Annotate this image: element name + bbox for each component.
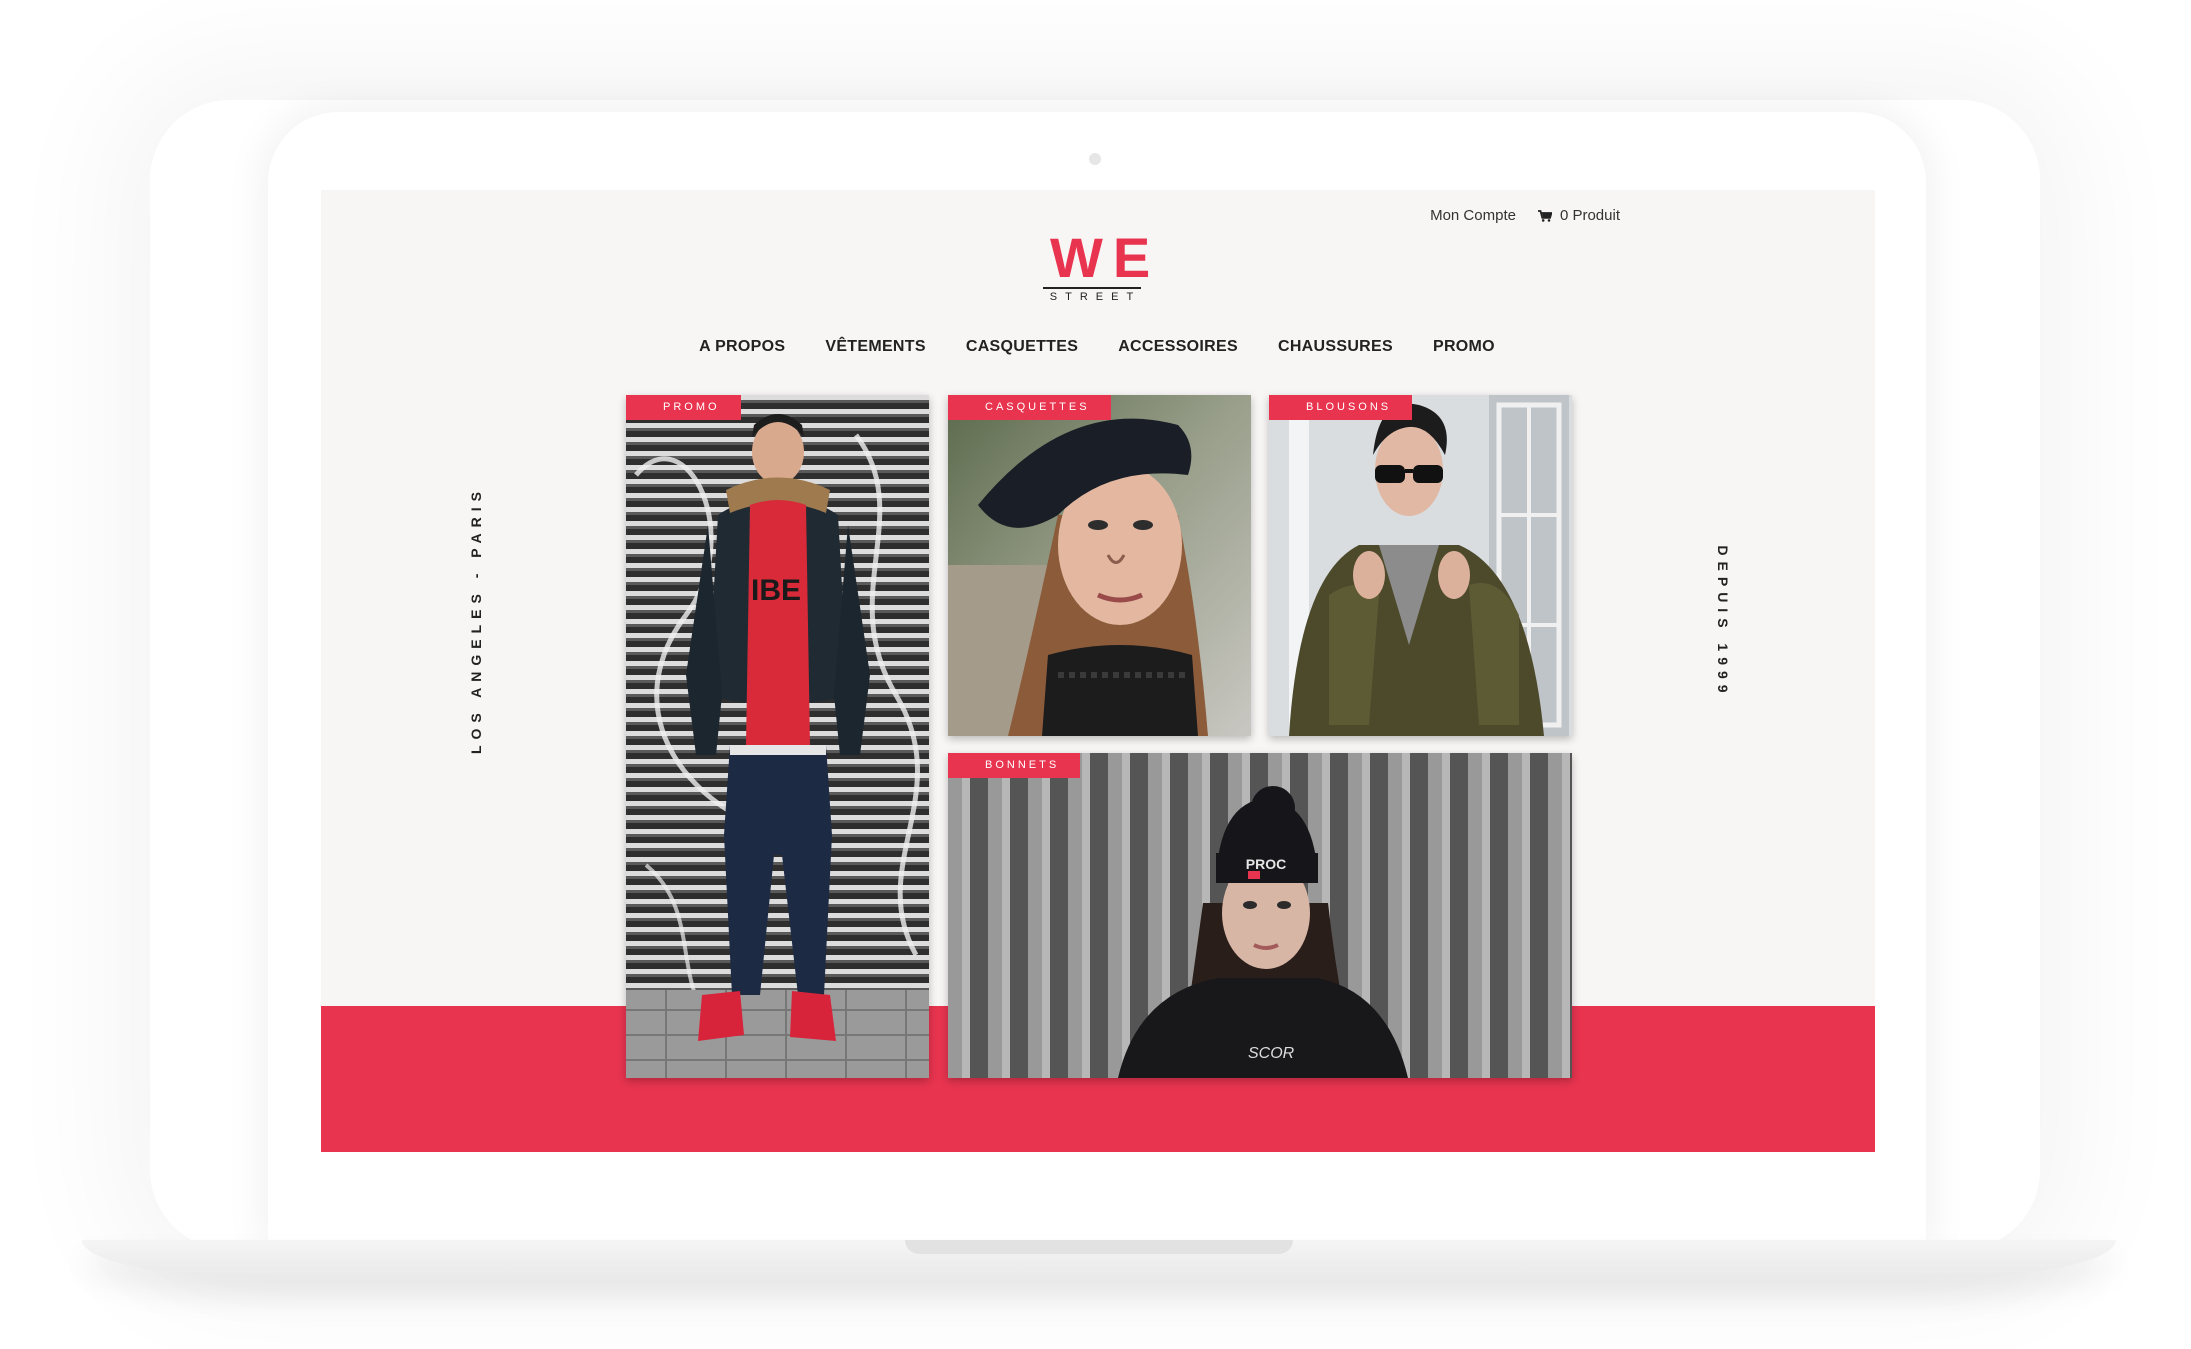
- category-tile-promo[interactable]: IBE PROMO: [626, 395, 929, 1078]
- nav-item-accessoires[interactable]: ACCESSOIRES: [1118, 338, 1238, 356]
- blousons-photo: [1269, 395, 1572, 736]
- nav-item-vetements[interactable]: VÊTEMENTS: [825, 338, 926, 356]
- account-link[interactable]: Mon Compte: [1430, 207, 1516, 224]
- laptop-notch: [905, 1240, 1293, 1254]
- nav-item-promo[interactable]: PROMO: [1433, 338, 1495, 356]
- tile-label-casquettes: CASQUETTES: [948, 395, 1111, 420]
- website-screen: Mon Compte 0 Produit WE STREET A PROPOS …: [321, 190, 1875, 1152]
- svg-text:IBE: IBE: [751, 574, 801, 607]
- laptop-camera: [1089, 153, 1101, 165]
- category-tile-casquettes[interactable]: CASQUETTES: [948, 395, 1251, 736]
- logo-sub-text: STREET: [1049, 291, 1142, 303]
- promo-photo: IBE: [626, 395, 929, 1078]
- cart-icon: [1537, 209, 1552, 222]
- tile-label-bonnets: BONNETS: [948, 753, 1081, 778]
- category-tile-blousons[interactable]: BLOUSONS: [1269, 395, 1572, 736]
- svg-text:PROC: PROC: [1246, 856, 1286, 872]
- side-tagline-right-text: DEPUIS 1999: [1715, 545, 1731, 699]
- nav-item-a-propos[interactable]: A PROPOS: [699, 338, 785, 356]
- tile-label-blousons: BLOUSONS: [1269, 395, 1413, 420]
- category-tile-bonnets[interactable]: PROC SCOR BONNETS: [948, 753, 1572, 1078]
- cart-link[interactable]: 0 Produit: [1537, 207, 1620, 224]
- tile-label-promo: PROMO: [626, 395, 741, 420]
- site-logo[interactable]: WE STREET: [1042, 226, 1161, 303]
- bonnets-photo: PROC SCOR: [948, 753, 1572, 1078]
- nav-item-chaussures[interactable]: CHAUSSURES: [1278, 338, 1393, 356]
- casquettes-photo: [948, 395, 1251, 736]
- cart-label: 0 Produit: [1559, 207, 1620, 224]
- utility-bar: Mon Compte 0 Produit: [1430, 207, 1620, 224]
- main-nav: A PROPOS VÊTEMENTS CASQUETTES ACCESSOIRE…: [321, 338, 1875, 356]
- logo-main-text: WE: [1050, 226, 1161, 289]
- side-tagline-left-text: LOS ANGELES - PARIS: [468, 485, 484, 755]
- nav-item-casquettes[interactable]: CASQUETTES: [966, 338, 1078, 356]
- svg-text:SCOR: SCOR: [1248, 1045, 1295, 1062]
